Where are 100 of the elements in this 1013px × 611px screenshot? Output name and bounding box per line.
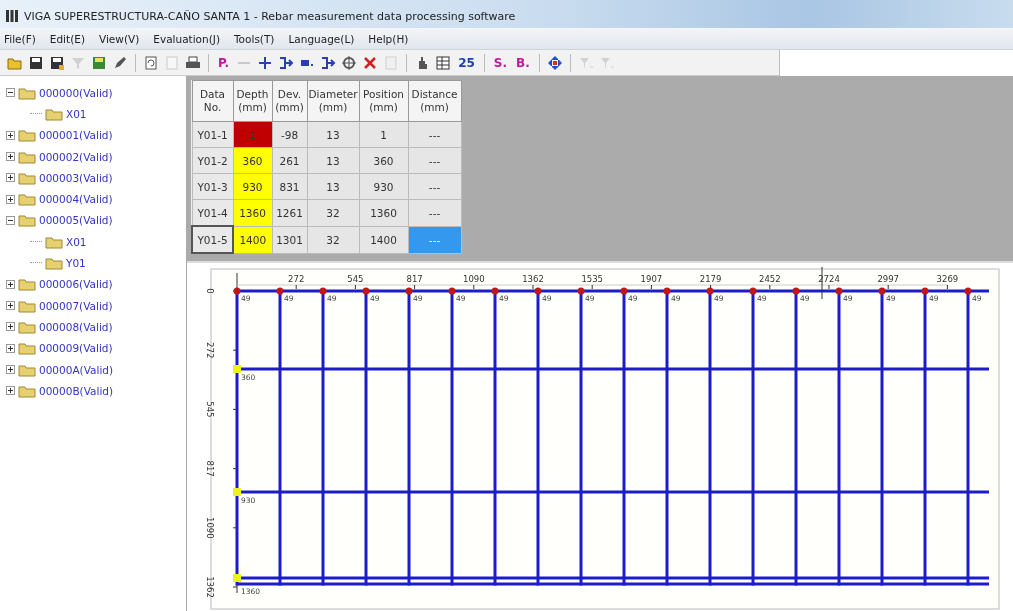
folder-icon: [18, 85, 36, 100]
rebar-marker: [663, 287, 671, 295]
expander-icon[interactable]: [6, 365, 15, 374]
rebar-marker: [706, 287, 714, 295]
rebar-marker: [276, 287, 284, 295]
axis-tick-label: 817: [406, 274, 423, 284]
expander-icon[interactable]: [6, 386, 15, 396]
axis-tick-label: 3269: [936, 274, 959, 284]
folder-icon: [18, 192, 36, 207]
column-header: Position (mm): [359, 80, 409, 122]
axis-tick-label: 272: [205, 342, 215, 359]
expander-icon[interactable]: [6, 88, 15, 98]
folder-icon: [18, 362, 36, 377]
tree-item[interactable]: 00000B(Valid): [39, 384, 114, 397]
row-header[interactable]: Y01-1: [192, 121, 233, 148]
tree-item[interactable]: 000009(Valid): [39, 342, 113, 355]
row-header[interactable]: Y01-3: [192, 173, 233, 200]
tree-item[interactable]: 00000A(Valid): [39, 363, 114, 376]
rebar-marker: [319, 287, 327, 295]
rebar-marker: [405, 287, 413, 295]
menu-item[interactable]: View(V): [99, 32, 140, 45]
expander-icon[interactable]: [6, 194, 15, 204]
axis-tick-label: 545: [347, 274, 364, 284]
depth-marker: [233, 574, 241, 582]
axis-tick-label: 1362: [522, 274, 544, 284]
tree-item[interactable]: 000005(Valid): [39, 214, 113, 227]
column-header: Data No.: [192, 80, 233, 122]
row-header[interactable]: Y01-2: [192, 147, 233, 174]
expander-icon[interactable]: [6, 130, 15, 140]
expander-icon[interactable]: [6, 173, 15, 183]
rebar-marker: [835, 287, 843, 295]
cursor-line: [821, 266, 823, 300]
page-icon[interactable]: [142, 53, 160, 72]
expander-icon[interactable]: [6, 322, 15, 332]
expander-icon[interactable]: [6, 152, 15, 162]
axis-tick-label: 2997: [877, 274, 899, 284]
app-icon: [6, 10, 18, 22]
column-header: Depth (mm): [233, 80, 272, 122]
depth-marker: [233, 365, 241, 373]
tree-item[interactable]: Y01: [66, 257, 86, 269]
target-icon[interactable]: [340, 53, 359, 72]
axis-tick-label: 1362: [205, 576, 215, 598]
rebar-marker: [878, 287, 886, 295]
axis-tick-label: 2179: [699, 274, 722, 284]
window-title: VIGA SUPERESTRUCTURA-CAÑO SANTA 1 - Rebar measurement data processing software: [24, 9, 516, 23]
tree-item[interactable]: 000002(Valid): [39, 150, 113, 163]
tree-item[interactable]: 000000(Valid): [39, 86, 113, 99]
rebar-marker: [362, 287, 370, 295]
folder-icon: [18, 170, 36, 185]
axis-tick-label: 2452: [759, 274, 781, 284]
toolbar-button[interactable]: 25: [455, 52, 478, 73]
rebar-marker: [534, 287, 542, 295]
tree-item[interactable]: X01: [66, 235, 87, 248]
menu-item[interactable]: Language(L): [288, 32, 355, 45]
axis-tick-label: 0: [205, 288, 215, 294]
axis-tick-label: 545: [205, 401, 215, 418]
tree-item[interactable]: 000006(Valid): [39, 278, 113, 291]
rebar-marker: [577, 287, 585, 295]
row-header[interactable]: Y01-5: [192, 226, 233, 253]
folder-icon: [45, 234, 63, 249]
toolbar-button[interactable]: P.: [215, 52, 233, 73]
expander-icon[interactable]: [6, 279, 15, 289]
tree-item[interactable]: 000008(Valid): [39, 320, 113, 333]
axis-tick-label: 817: [205, 460, 215, 477]
rebar-marker: [620, 287, 628, 295]
rebar-marker: [749, 287, 757, 295]
axis-tick-label: 272: [288, 274, 305, 284]
menu-item[interactable]: Help(H): [368, 32, 409, 45]
folder-icon: [45, 256, 63, 270]
folder-icon: [18, 383, 36, 398]
axis-tick-label: 1090: [463, 274, 485, 284]
tree-item[interactable]: 000001(Valid): [39, 129, 113, 142]
tree-item[interactable]: 000004(Valid): [39, 193, 113, 206]
expander-icon[interactable]: [6, 301, 15, 311]
rebar-marker: [233, 287, 241, 295]
menu-item[interactable]: Tools(T): [234, 32, 275, 45]
toolbar-button[interactable]: B.: [513, 52, 533, 73]
expander-icon[interactable]: [6, 215, 15, 225]
menu-item[interactable]: Edit(E): [49, 32, 85, 45]
menu-item[interactable]: File(F): [4, 32, 36, 45]
tree-item[interactable]: X01: [66, 107, 87, 120]
folder-icon: [18, 277, 36, 292]
rebar-marker: [921, 287, 929, 295]
rebar-marker: [448, 287, 456, 295]
folder-icon: [18, 298, 36, 313]
table-icon[interactable]: [434, 53, 453, 72]
toolbar-button[interactable]: S.: [490, 52, 511, 73]
tree-item[interactable]: 000003(Valid): [39, 171, 113, 184]
folder-icon: [18, 319, 36, 334]
column-header: Diameter (mm): [307, 80, 360, 122]
rebar-marker: [792, 287, 800, 295]
expander-icon[interactable]: [6, 343, 15, 353]
folder-icon: [18, 128, 36, 143]
tree-item[interactable]: 000007(Valid): [39, 299, 113, 312]
axis-tick-label: 1090: [205, 517, 215, 539]
axis-tick-label: 1535: [581, 274, 603, 284]
column-header: Distance (mm): [408, 80, 462, 122]
menu-item[interactable]: Evaluation(J): [153, 32, 220, 45]
axis-tick-label: 1907: [640, 274, 663, 284]
rebar-marker: [491, 287, 499, 295]
